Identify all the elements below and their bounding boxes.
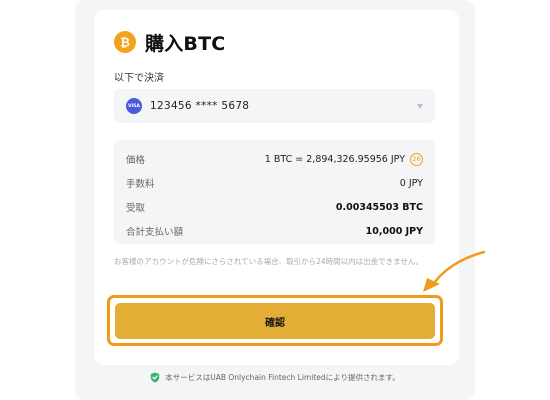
receive-label: 受取 xyxy=(126,203,146,214)
fee-value: 0 JPY xyxy=(399,177,423,189)
summary-row-price: 価格 1 BTC = 2,894,326.95956 JPY 26 xyxy=(126,151,423,167)
bitcoin-icon: ₿ xyxy=(114,31,136,53)
page-title: 購入BTC xyxy=(145,32,226,55)
page: ₿ 購入BTC 以下で決済 VISA 123456 **** 5678 価格 1… xyxy=(0,0,550,400)
shield-check-icon xyxy=(151,372,160,383)
price-value: 1 BTC = 2,894,326.95956 JPY xyxy=(264,153,405,165)
card-number: 123456 **** 5678 xyxy=(150,100,250,112)
total-value: 10,000 JPY xyxy=(365,225,423,237)
order-summary: 価格 1 BTC = 2,894,326.95956 JPY 26 手数料 0 … xyxy=(114,140,435,244)
price-label: 価格 xyxy=(126,155,146,166)
withdrawal-notice: お客様のアカウントが危険にさらされている場合、取引から24時間以内は出金できませ… xyxy=(114,257,423,266)
pointer-arrow-icon xyxy=(423,250,486,292)
visa-icon: VISA xyxy=(126,98,142,114)
confirm-button[interactable]: 確認 xyxy=(115,303,435,339)
summary-row-receive: 受取 0.00345503 BTC xyxy=(126,199,423,215)
payment-card-select[interactable]: VISA 123456 **** 5678 xyxy=(114,89,435,123)
payment-method-label: 以下で決済 xyxy=(114,73,164,84)
footer-text: 本サービスはUAB Onlychain Fintech Limitedにより提供… xyxy=(165,373,400,382)
fee-label: 手数料 xyxy=(126,179,155,190)
total-label: 合計支払い額 xyxy=(126,227,184,238)
price-value-wrap: 1 BTC = 2,894,326.95956 JPY 26 xyxy=(264,152,423,166)
countdown-timer-icon: 26 xyxy=(410,152,423,166)
svg-text:₿: ₿ xyxy=(120,36,130,50)
dropdown-caret-icon[interactable] xyxy=(417,103,423,109)
receive-value: 0.00345503 BTC xyxy=(335,201,423,213)
header: ₿ 購入BTC xyxy=(114,29,225,55)
summary-row-fee: 手数料 0 JPY xyxy=(126,175,423,191)
footer: 本サービスはUAB Onlychain Fintech Limitedにより提供… xyxy=(75,372,475,383)
summary-row-total: 合計支払い額 10,000 JPY xyxy=(126,223,423,239)
